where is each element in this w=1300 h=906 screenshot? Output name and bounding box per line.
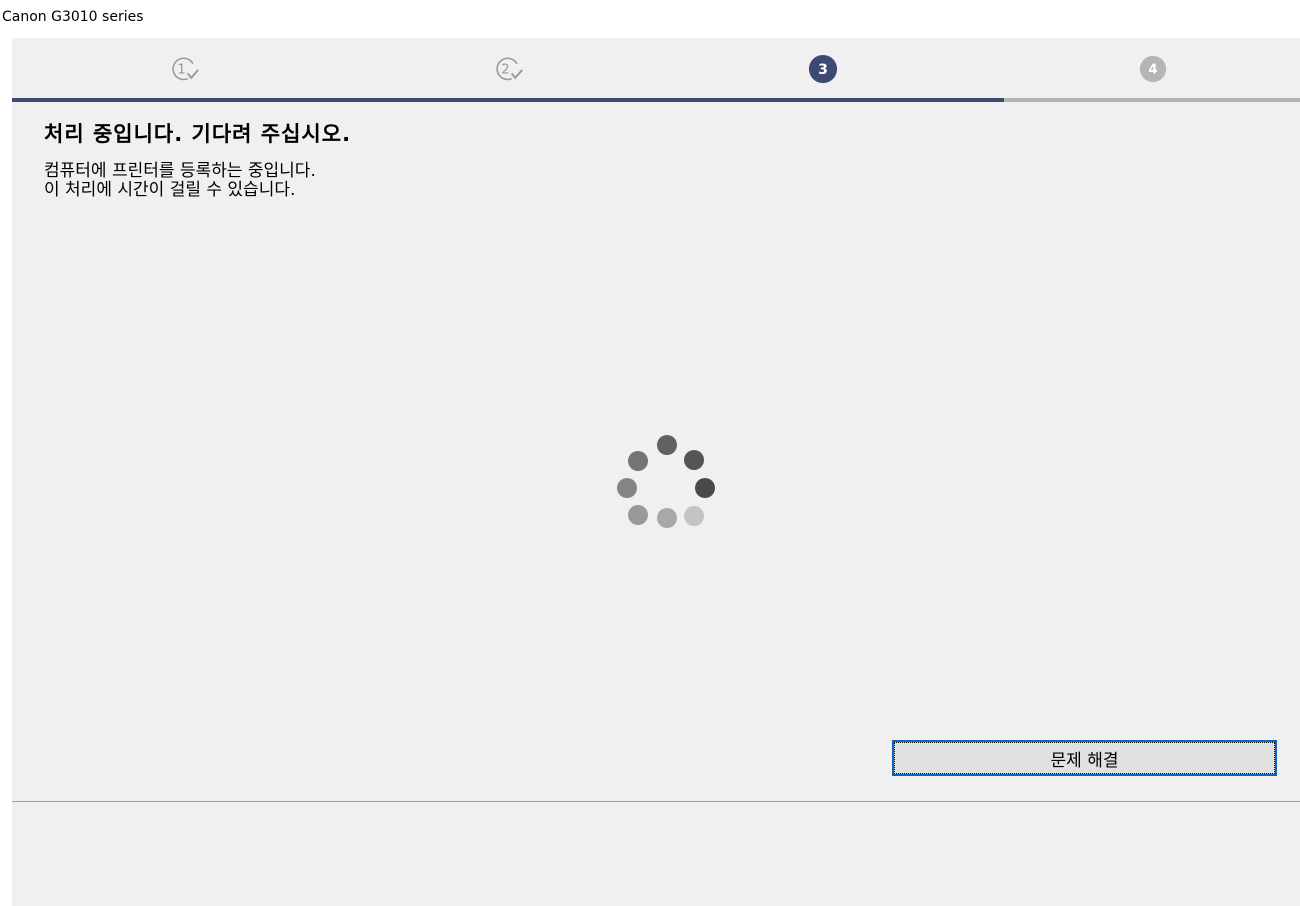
step-4-number: 4 xyxy=(1148,63,1157,78)
troubleshoot-button-label: 문제 해결 xyxy=(894,742,1275,774)
step-2: 2 xyxy=(494,54,524,84)
loading-spinner-icon xyxy=(617,435,715,528)
step-3: 3 xyxy=(808,54,838,84)
page-heading: 처리 중입니다. 기다려 주십시오. xyxy=(44,122,352,146)
step-indicator: 1 2 3 4 xyxy=(12,38,1300,102)
description-line-1: 컴퓨터에 프린터를 등록하는 중입니다. xyxy=(44,161,316,181)
filled-circle-3-icon: 3 xyxy=(808,54,838,84)
progress-fill xyxy=(12,98,1004,102)
check-circle-1-icon: 1 xyxy=(172,57,199,81)
progress-track xyxy=(12,98,1300,102)
troubleshoot-button[interactable]: 문제 해결 xyxy=(892,740,1277,776)
check-circle-2-icon: 2 xyxy=(496,57,523,81)
description-line-2: 이 처리에 시간이 걸릴 수 있습니다. xyxy=(44,180,296,200)
step-4: 4 xyxy=(1138,54,1168,84)
footer-divider xyxy=(12,801,1300,802)
window-title: Canon G3010 series xyxy=(2,9,144,25)
step-1: 1 xyxy=(170,54,200,84)
installer-panel: 1 2 3 4 처리 중입니다. 기다려 주십시오. 컴퓨터에 프린터를 등록하… xyxy=(12,38,1300,906)
filled-circle-4-icon: 4 xyxy=(1139,55,1167,83)
step-1-number: 1 xyxy=(177,62,185,77)
step-2-number: 2 xyxy=(501,62,509,77)
step-3-number: 3 xyxy=(818,62,828,78)
page-description: 컴퓨터에 프린터를 등록하는 중입니다. 이 처리에 시간이 걸릴 수 있습니다… xyxy=(44,162,316,200)
